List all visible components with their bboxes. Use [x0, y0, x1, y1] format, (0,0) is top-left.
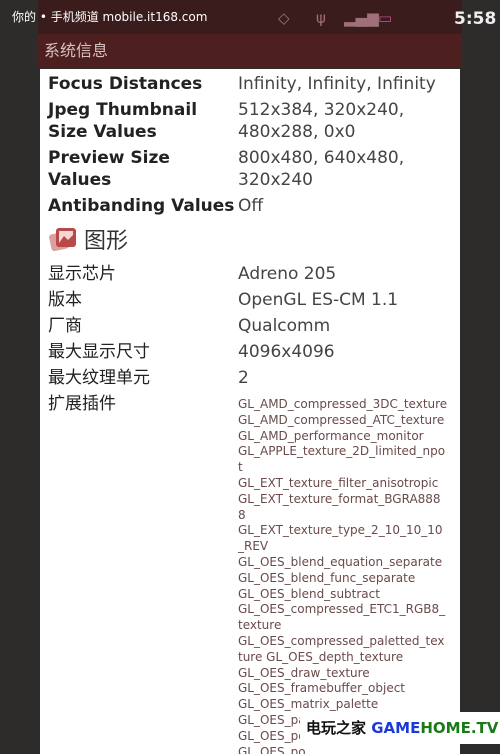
- info-row: Preview Size Values 800x480, 640x480, 320…: [40, 147, 460, 191]
- row-value: Off: [238, 196, 264, 216]
- battery-icon: ▭: [378, 9, 393, 27]
- info-row: 厂商 Qualcomm: [40, 315, 460, 337]
- extension-item: GL_EXT_texture_filter_anisotropic: [238, 475, 439, 490]
- extension-item: GL_OES_matrix_palette: [238, 697, 379, 712]
- row-value: Qualcomm: [238, 316, 331, 336]
- info-row: 版本 OpenGL ES-CM 1.1: [40, 289, 460, 311]
- clock: 5:58: [454, 9, 497, 29]
- extension-item: GL_APPLE_texture_2D_limited_npot: [238, 444, 446, 475]
- info-row: Jpeg Thumbnail Size Values 512x384, 320x2…: [40, 99, 460, 143]
- info-row: 最大显示尺寸 4096x4096: [40, 341, 460, 363]
- row-label: 版本: [48, 290, 82, 310]
- usb-icon: ψ: [316, 9, 326, 27]
- section-title: 图形: [84, 229, 129, 254]
- row-label: 最大显示尺寸: [48, 342, 150, 362]
- extension-item: GL_EXT_texture_format_BGRA8888: [238, 491, 441, 522]
- extension-item: GL_OES_compressed_paletted_texture GL_OE…: [238, 633, 445, 664]
- row-value: 4096x4096: [238, 342, 335, 362]
- extension-item: GL_OES_framebuffer_object: [238, 681, 405, 696]
- row-label: 显示芯片: [48, 264, 116, 284]
- row-label: 扩展插件: [48, 394, 116, 414]
- extension-item: GL_OES_blend_func_separate: [238, 570, 416, 585]
- extension-item: GL_OES_blend_equation_separate: [238, 554, 443, 569]
- extension-item: GL_OES_compressed_ETC1_RGB8_texture: [238, 602, 446, 633]
- row-label: 厂商: [48, 316, 82, 336]
- extension-item: GL_OES_blend_subtract: [238, 586, 380, 601]
- info-row: 显示芯片 Adreno 205: [40, 263, 460, 285]
- row-label: Focus Distances: [48, 74, 203, 94]
- row-label: 最大纹理单元: [48, 368, 150, 388]
- row-label: Jpeg Thumbnail Size Values: [48, 100, 198, 142]
- extension-item: GL_AMD_performance_monitor: [238, 428, 424, 443]
- row-value: Adreno 205: [238, 264, 337, 284]
- extension-item: GL_AMD_compressed_3DC_texture: [238, 397, 448, 411]
- info-row: Focus Distances Infinity, Infinity, Infin…: [40, 73, 460, 95]
- row-label: Preview Size Values: [48, 148, 170, 190]
- extensions-row: 扩展插件 GL_AMD_compressed_3DC_texture GL_AMD…: [40, 393, 460, 754]
- page-title: 系统信息: [38, 34, 462, 68]
- row-value: OpenGL ES-CM 1.1: [238, 290, 399, 310]
- row-value: 512x384, 320x240, 480x288, 0x0: [238, 100, 405, 142]
- picture-icon: [49, 228, 76, 252]
- info-row: 最大纹理单元 2: [40, 367, 460, 389]
- gamehome-logo: 电玩之家 GAMEHOME.TV: [300, 712, 500, 744]
- extension-item: GL_OES_draw_texture: [238, 665, 370, 680]
- row-value: Infinity, Infinity, Infinity: [238, 74, 436, 94]
- signal-icon: ▂▄▆: [344, 9, 379, 27]
- graphics-section-header: 图形: [40, 223, 460, 255]
- row-value: 2: [238, 368, 249, 388]
- extension-item: GL_AMD_compressed_ATC_texture: [238, 412, 445, 427]
- info-row: Antibanding Values Off: [40, 195, 460, 217]
- row-value: 800x480, 640x480, 320x240: [238, 148, 405, 190]
- info-list[interactable]: Focus Distances Infinity, Infinity, Infin…: [40, 69, 460, 754]
- extension-item: GL_EXT_texture_type_2_10_10_10_REV: [238, 523, 443, 554]
- extension-item: GL_OES_po: [238, 744, 306, 754]
- row-label: Antibanding Values: [48, 196, 235, 216]
- rotate-icon: ◇: [278, 9, 290, 27]
- watermark: 你的 • 手机频道 mobile.it168.com: [12, 10, 208, 24]
